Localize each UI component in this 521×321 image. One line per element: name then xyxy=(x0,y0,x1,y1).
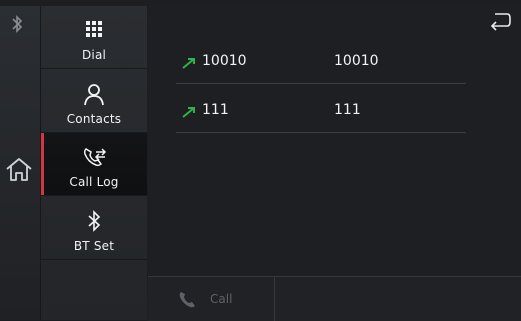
side-menu: Dial Contacts Call Log BT Set xyxy=(41,6,147,320)
menu-item-contacts[interactable]: Contacts xyxy=(41,70,147,133)
left-rail xyxy=(0,6,41,320)
bottom-action-bar: Call xyxy=(148,276,521,321)
phone-icon xyxy=(179,292,195,308)
menu-label-dial: Dial xyxy=(81,48,107,62)
menu-item-call-log[interactable]: Call Log xyxy=(41,133,147,196)
bluetooth-icon xyxy=(88,210,101,232)
outgoing-call-icon xyxy=(182,58,195,69)
menu-label-contacts: Contacts xyxy=(66,112,122,126)
menu-item-dial[interactable]: Dial xyxy=(41,6,147,69)
person-icon xyxy=(84,84,104,106)
call-name: 111 xyxy=(334,102,361,118)
call-number: 111 xyxy=(202,102,229,118)
menu-item-bt-set[interactable]: BT Set xyxy=(41,197,147,260)
app-window: Dial Contacts Call Log BT Set 10010 1001… xyxy=(0,0,521,321)
outgoing-call-icon xyxy=(182,107,195,118)
call-button[interactable]: Call xyxy=(148,277,275,321)
bluetooth-status-icon xyxy=(12,15,23,33)
call-log-icon xyxy=(83,148,107,167)
home-icon[interactable] xyxy=(4,156,34,182)
call-number: 10010 xyxy=(202,53,247,69)
menu-label-call-log: Call Log xyxy=(69,175,119,189)
call-log-row[interactable]: 10010 10010 xyxy=(176,41,466,84)
call-log-panel: 10010 10010 111 111 Call xyxy=(148,6,521,321)
back-icon[interactable] xyxy=(489,10,511,32)
dialpad-icon xyxy=(86,21,102,37)
menu-label-bt-set: BT Set xyxy=(73,239,115,253)
call-button-label: Call xyxy=(210,292,233,306)
call-name: 10010 xyxy=(334,53,379,69)
call-log-row[interactable]: 111 111 xyxy=(176,90,466,133)
